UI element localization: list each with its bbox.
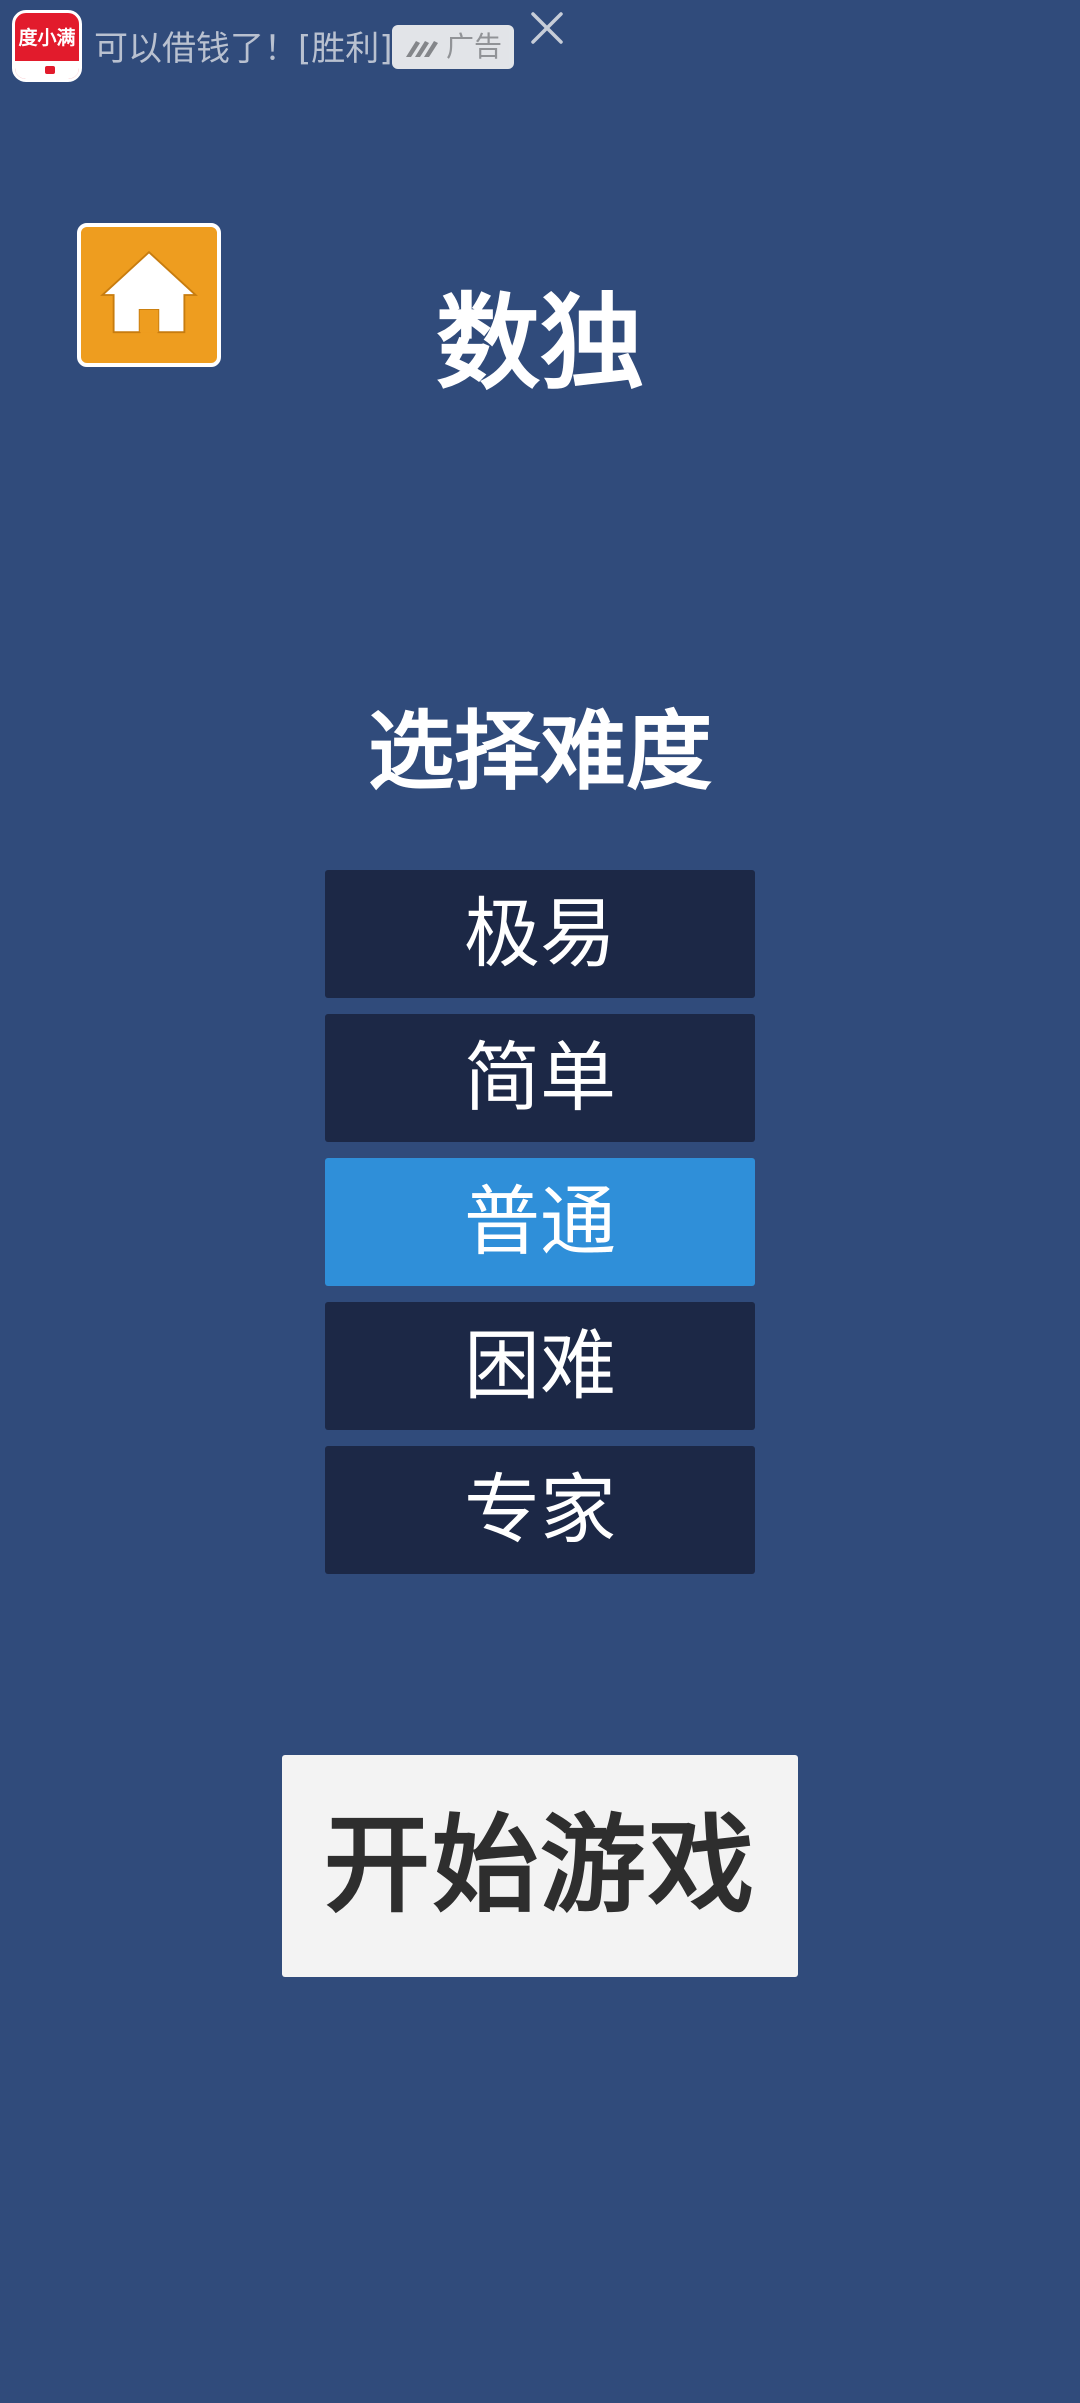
ad-app-icon[interactable]: 度小满 xyxy=(12,10,82,82)
start-game-button[interactable]: 开始游戏 xyxy=(282,1755,798,1977)
difficulty-option-hard[interactable]: 困难 xyxy=(325,1302,755,1430)
ad-app-name: 度小满 xyxy=(18,27,76,49)
difficulty-option-very-easy[interactable]: 极易 xyxy=(325,870,755,998)
ad-logo-icon xyxy=(406,41,438,57)
page-title: 数独 xyxy=(435,282,644,404)
ad-badge: 广告 xyxy=(392,25,514,69)
close-icon[interactable] xyxy=(527,8,567,48)
difficulty-option-expert[interactable]: 专家 xyxy=(325,1446,755,1574)
difficulty-list: 极易 简单 普通 困难 专家 xyxy=(325,870,755,1590)
difficulty-option-normal[interactable]: 普通 xyxy=(325,1158,755,1286)
difficulty-option-easy[interactable]: 简单 xyxy=(325,1014,755,1142)
ad-label: 广告 xyxy=(446,30,503,63)
ad-app-icon-strip xyxy=(15,61,79,79)
difficulty-heading: 选择难度 xyxy=(368,702,712,802)
ad-text[interactable]: 可以借钱了！[胜利] xyxy=(94,26,394,72)
